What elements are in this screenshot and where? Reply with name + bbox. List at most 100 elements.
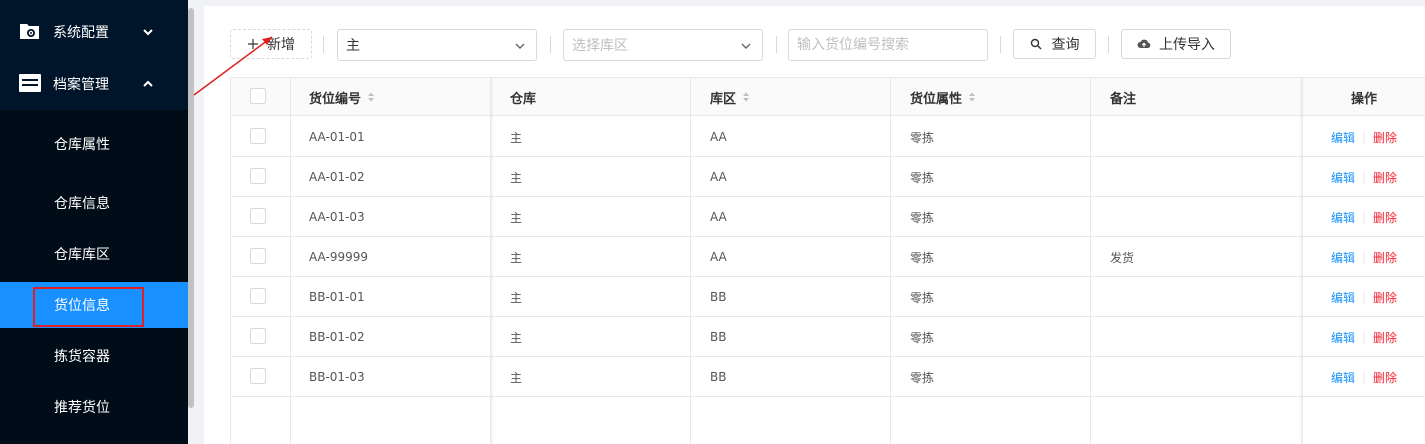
action-divider: | — [1361, 130, 1367, 144]
cell-warehouse: 主 — [510, 330, 523, 345]
column-header-warehouse: 仓库 — [510, 78, 536, 116]
row-actions: 编辑 | 删除 — [1302, 357, 1425, 397]
column-header-attribute[interactable]: 货位属性 — [910, 78, 976, 116]
edit-link[interactable]: 编辑 — [1331, 369, 1355, 386]
table-header: 货位编号 仓库 库区 货位属性 备注 操作 — [231, 78, 1425, 116]
delete-link[interactable]: 删除 — [1373, 369, 1397, 386]
add-button-label: 新增 — [267, 37, 295, 53]
upload-import-button[interactable]: 上传导入 — [1121, 29, 1231, 59]
edit-link[interactable]: 编辑 — [1331, 129, 1355, 146]
fixed-column-shadow — [491, 78, 494, 444]
search-icon — [1030, 38, 1041, 50]
cell-location-code: BB-01-02 — [309, 330, 365, 344]
toolbar-divider — [1108, 36, 1109, 53]
cell-zone: AA — [710, 210, 727, 224]
column-divider — [290, 78, 291, 444]
fixed-column-shadow — [1299, 78, 1302, 444]
sidebar-item-label: 仓库信息 — [54, 196, 110, 212]
cell-warehouse: 主 — [510, 290, 523, 305]
row-checkbox[interactable] — [250, 288, 266, 304]
toolbar-divider — [776, 36, 777, 53]
row-actions: 编辑 | 删除 — [1302, 237, 1425, 277]
cell-attribute: 零拣 — [910, 370, 935, 385]
cell-zone: AA — [710, 250, 727, 264]
cell-location-code: AA-99999 — [309, 250, 368, 264]
chevron-down-icon — [515, 43, 525, 49]
cell-zone: BB — [710, 290, 727, 304]
table-row: BB-01-02 主 BB 零拣 编辑 | 删除 — [231, 317, 1425, 357]
edit-link[interactable]: 编辑 — [1331, 169, 1355, 186]
column-header-label: 备注 — [1110, 91, 1137, 107]
cell-attribute: 零拣 — [910, 130, 935, 145]
action-divider: | — [1361, 210, 1367, 224]
row-checkbox[interactable] — [250, 368, 266, 384]
chevron-down-icon — [741, 43, 751, 49]
warehouse-select[interactable]: 主 — [337, 29, 537, 61]
sidebar-item-label: 仓库属性 — [54, 137, 110, 153]
sidebar-item-recommended-location[interactable]: 推荐货位 — [0, 384, 188, 430]
column-divider — [1302, 78, 1303, 444]
sidebar-item-warehouse-attribute[interactable]: 仓库属性 — [0, 121, 188, 167]
cell-warehouse: 主 — [510, 370, 523, 385]
row-actions: 编辑 | 删除 — [1302, 157, 1425, 197]
location-code-search-input[interactable] — [788, 29, 988, 61]
sidebar-item-location-info[interactable]: 货位信息 — [0, 282, 188, 328]
cell-location-code: AA-01-02 — [309, 170, 365, 184]
select-all-checkbox[interactable] — [250, 88, 266, 104]
delete-link[interactable]: 删除 — [1373, 169, 1397, 186]
cell-warehouse: 主 — [510, 170, 523, 185]
sort-icon — [743, 92, 750, 102]
row-checkbox[interactable] — [250, 208, 266, 224]
column-header-label: 操作 — [1350, 91, 1377, 107]
delete-link[interactable]: 删除 — [1373, 329, 1397, 346]
edit-link[interactable]: 编辑 — [1331, 329, 1355, 346]
column-header-actions: 操作 — [1302, 78, 1425, 116]
query-button[interactable]: 查询 — [1013, 29, 1096, 59]
sort-icon — [368, 92, 375, 102]
cell-warehouse: 主 — [510, 210, 523, 225]
zone-select[interactable]: 选择库区 — [563, 29, 763, 61]
cell-attribute: 零拣 — [910, 210, 935, 225]
cell-attribute: 零拣 — [910, 290, 935, 305]
content-panel: 新增 主 选择库区 查询 上传导入 — [204, 6, 1425, 444]
add-button[interactable]: 新增 — [230, 29, 312, 59]
column-header-label: 仓库 — [510, 91, 537, 107]
table-row: BB-01-03 主 BB 零拣 编辑 | 删除 — [231, 357, 1425, 397]
cell-location-code: AA-01-03 — [309, 210, 365, 224]
cloud-upload-icon — [1137, 39, 1151, 48]
sort-icon — [969, 92, 976, 102]
sidebar-item-warehouse-info[interactable]: 仓库信息 — [0, 180, 188, 226]
location-table: 货位编号 仓库 库区 货位属性 备注 操作 AA-01-01 主 AA 零拣 编… — [230, 77, 1425, 444]
column-header-location-code[interactable]: 货位编号 — [309, 78, 375, 116]
column-divider — [1090, 78, 1091, 444]
action-divider: | — [1361, 330, 1367, 344]
cell-warehouse: 主 — [510, 130, 523, 145]
column-header-remark: 备注 — [1110, 78, 1136, 116]
column-divider — [890, 78, 891, 444]
menu-group-archive-management[interactable]: 档案管理 — [0, 58, 188, 110]
row-checkbox[interactable] — [250, 248, 266, 264]
sidebar-item-warehouse-zone[interactable]: 仓库库区 — [0, 231, 188, 277]
row-checkbox[interactable] — [250, 168, 266, 184]
table-row: AA-99999 主 AA 零拣 发货 编辑 | 删除 — [231, 237, 1425, 277]
upload-import-button-label: 上传导入 — [1159, 37, 1215, 53]
menu-group-system-config[interactable]: 系统配置 — [0, 6, 188, 58]
chevron-up-icon — [143, 80, 153, 87]
query-button-label: 查询 — [1051, 37, 1080, 53]
chevron-down-icon — [143, 29, 153, 36]
edit-link[interactable]: 编辑 — [1331, 249, 1355, 266]
sidebar-item-label: 仓库库区 — [54, 247, 110, 263]
delete-link[interactable]: 删除 — [1373, 249, 1397, 266]
sidebar-item-picking-container[interactable]: 拣货容器 — [0, 333, 188, 379]
cell-attribute: 零拣 — [910, 330, 935, 345]
row-checkbox[interactable] — [250, 128, 266, 144]
row-checkbox[interactable] — [250, 328, 266, 344]
edit-link[interactable]: 编辑 — [1331, 289, 1355, 306]
toolbar-divider — [1000, 36, 1001, 53]
delete-link[interactable]: 删除 — [1373, 289, 1397, 306]
cell-attribute: 零拣 — [910, 250, 935, 265]
column-header-zone[interactable]: 库区 — [710, 78, 750, 116]
delete-link[interactable]: 删除 — [1373, 129, 1397, 146]
delete-link[interactable]: 删除 — [1373, 209, 1397, 226]
edit-link[interactable]: 编辑 — [1331, 209, 1355, 226]
